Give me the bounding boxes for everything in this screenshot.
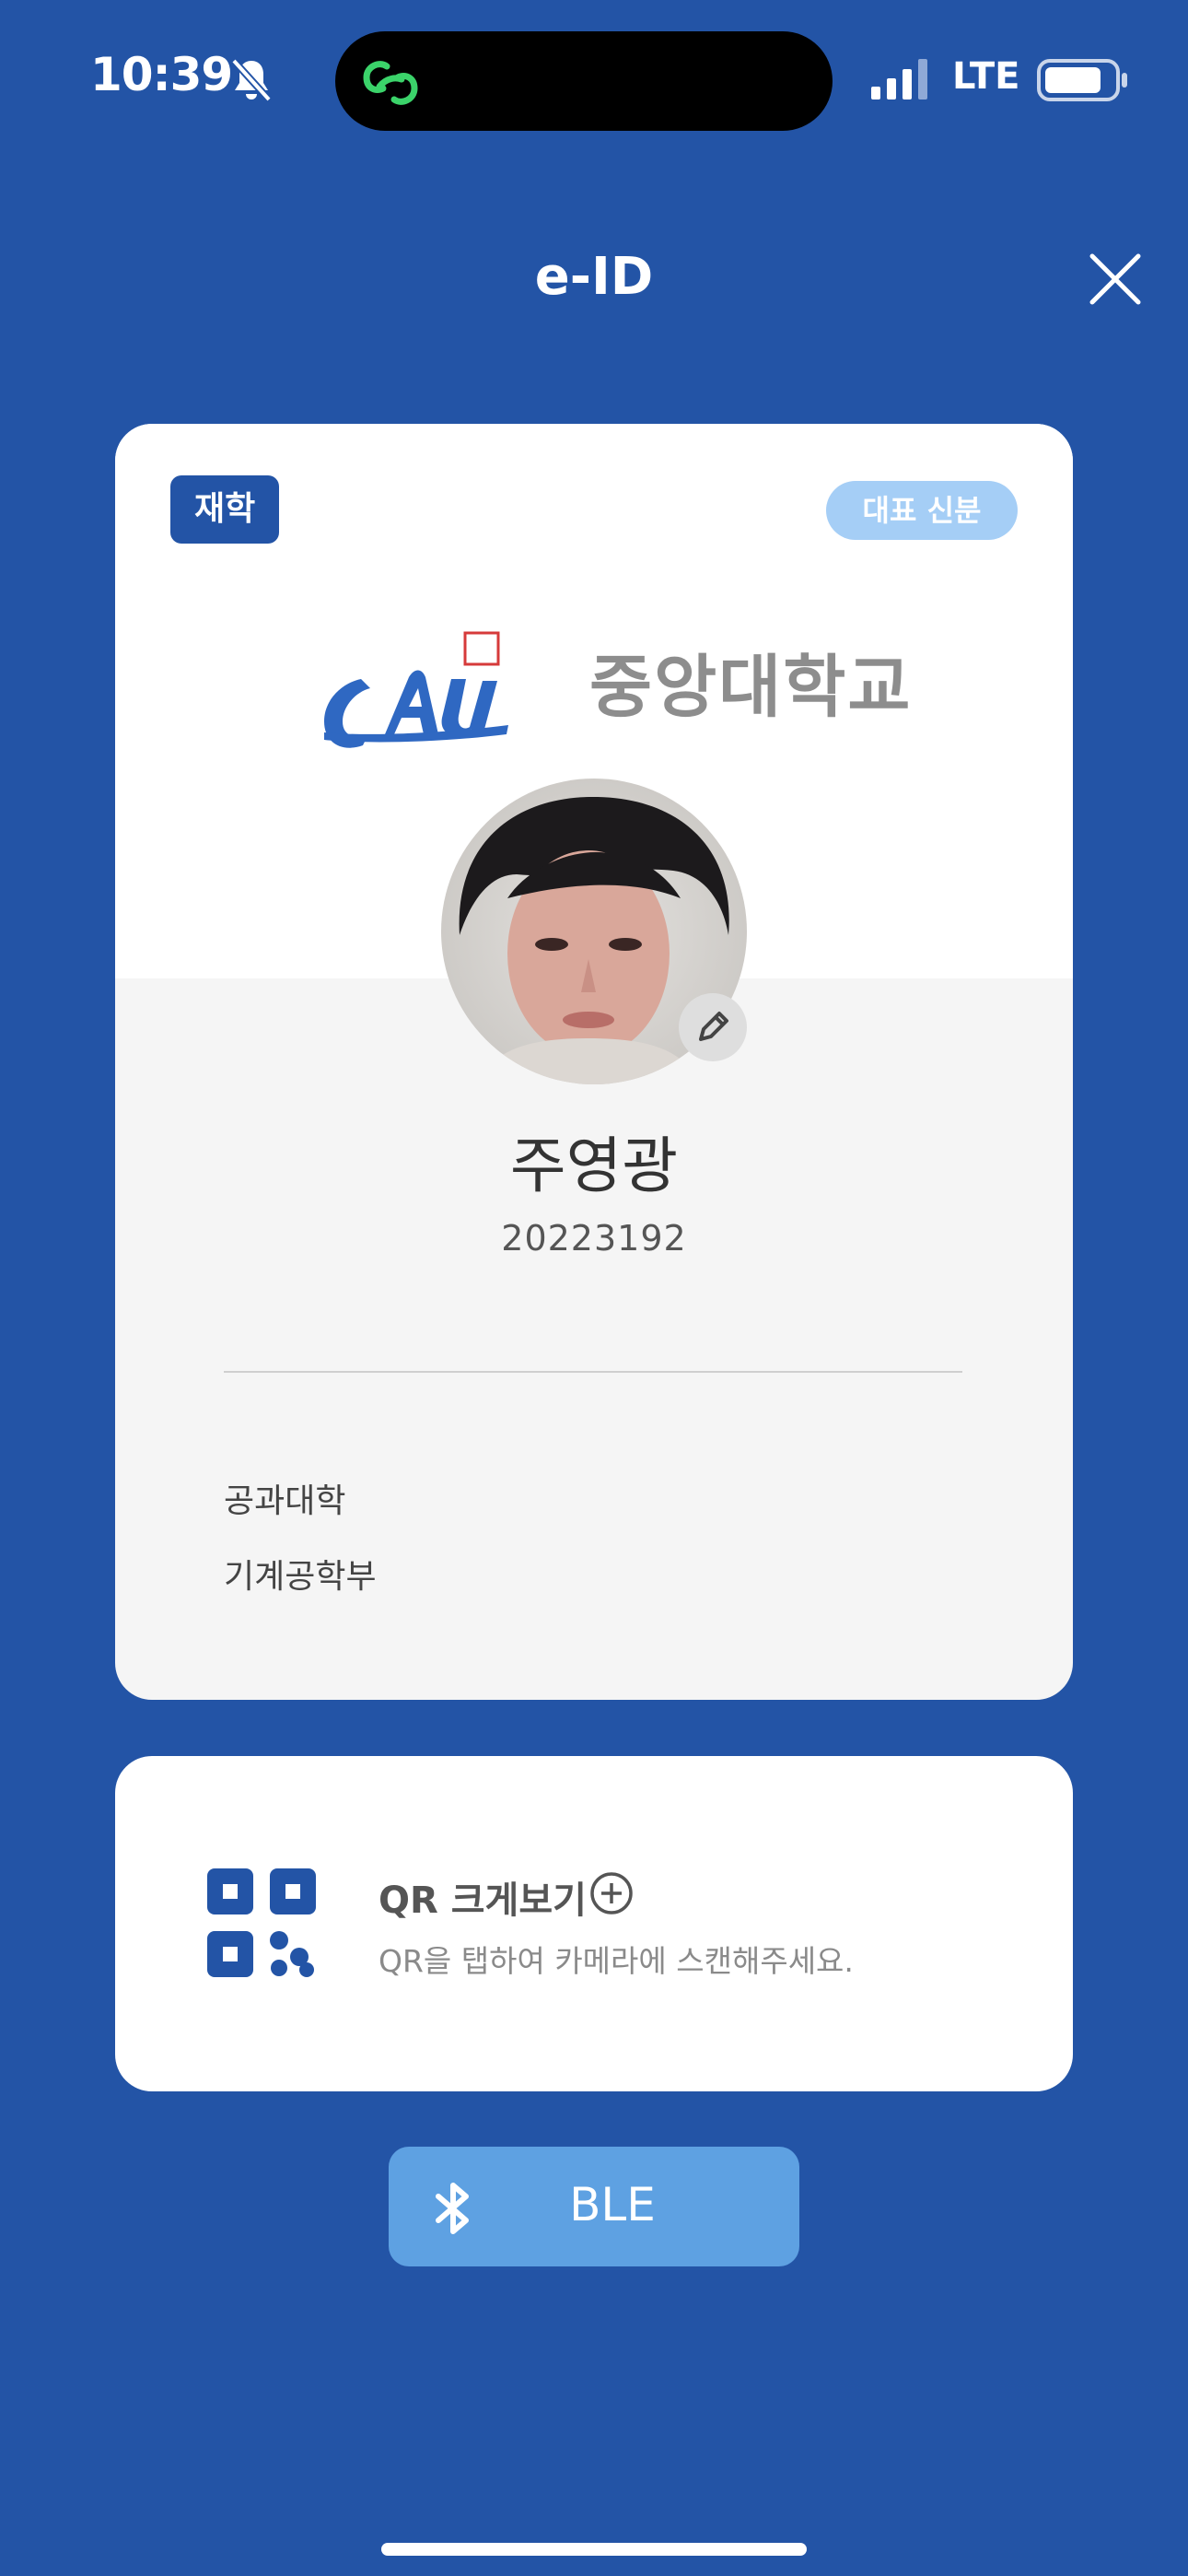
network-type: LTE bbox=[952, 55, 1020, 98]
bell-off-icon bbox=[231, 58, 272, 102]
signal-icon bbox=[871, 59, 927, 100]
student-name: 주영광 bbox=[509, 1130, 679, 1201]
home-indicator[interactable] bbox=[381, 2543, 807, 2556]
pencil-icon bbox=[699, 1012, 728, 1041]
battery-icon bbox=[1037, 59, 1127, 101]
status-time: 10:39 bbox=[90, 48, 233, 101]
qr-subtitle: QR을 탭하여 카메라에 스캔해주세요. bbox=[379, 1943, 854, 1979]
plus-circle-icon bbox=[590, 1872, 633, 1914]
primary-id-badge: 대표 신분 bbox=[826, 481, 1018, 540]
divider bbox=[224, 1371, 962, 1373]
student-id: 20223192 bbox=[501, 1218, 687, 1259]
edit-photo-button[interactable] bbox=[679, 993, 747, 1061]
qr-title: QR 크게보기 bbox=[379, 1879, 587, 1922]
college-name: 공과대학 bbox=[224, 1482, 346, 1520]
page-title: e-ID bbox=[534, 247, 654, 307]
status-badge: 재학 bbox=[170, 475, 280, 544]
ble-button[interactable]: BLE bbox=[389, 2147, 799, 2266]
linked-app-icon bbox=[363, 61, 418, 105]
qr-enlarge-card[interactable]: QR 크게보기 QR을 탭하여 카메라에 스캔해주세요. bbox=[115, 1756, 1073, 2091]
university-name: 중앙대학교 bbox=[589, 648, 913, 727]
close-icon[interactable] bbox=[1087, 251, 1144, 308]
ble-label: BLE bbox=[569, 2178, 656, 2231]
department-name: 기계공학부 bbox=[224, 1558, 377, 1596]
qr-code-icon bbox=[207, 1868, 316, 1977]
id-card: 재학 대표 신분 CAU 중앙대학교 bbox=[115, 424, 1073, 1700]
